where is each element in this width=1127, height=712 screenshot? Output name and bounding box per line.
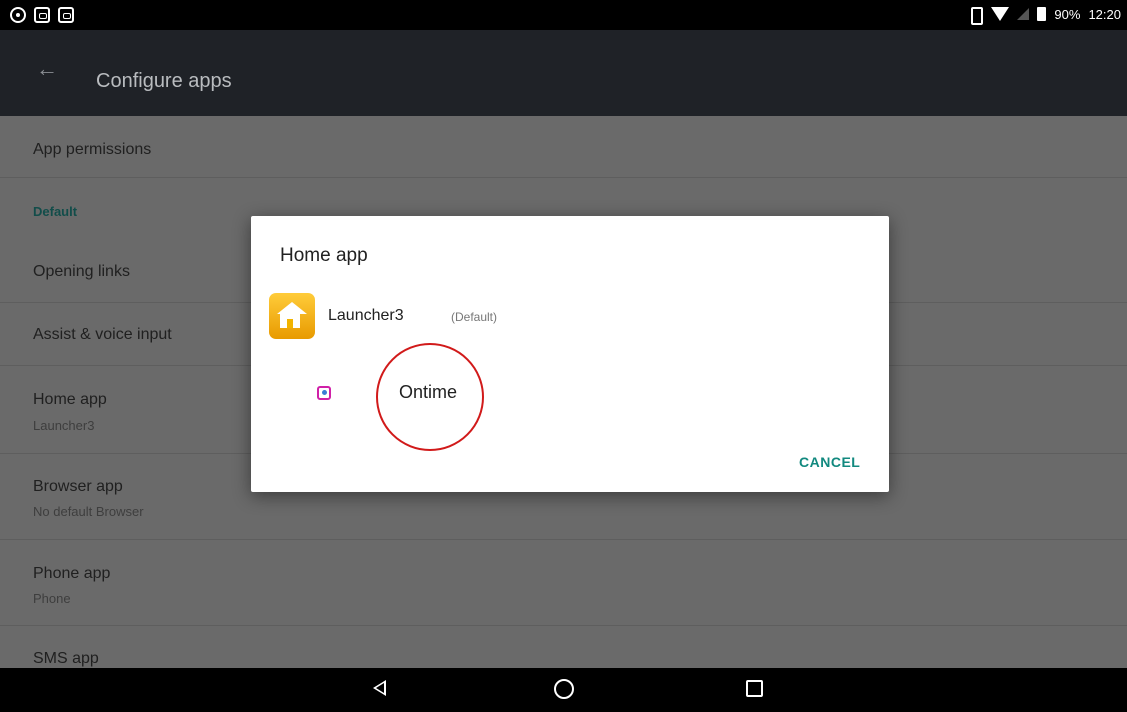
section-header: Default (33, 204, 78, 219)
list-item-summary: Phone (33, 591, 71, 606)
list-item-sms-app[interactable]: SMS app (0, 626, 1127, 668)
list-item-summary: Launcher3 (33, 418, 95, 433)
list-item-app-permissions[interactable]: App permissions (0, 116, 1127, 178)
cancel-button[interactable]: CANCEL (799, 454, 860, 470)
annotation-ellipse (376, 343, 484, 451)
nav-back-icon[interactable] (373, 680, 386, 696)
ontime-app-icon (317, 386, 331, 400)
option-launcher3[interactable]: Launcher3 (Default) (269, 293, 569, 339)
no-signal-icon (1017, 8, 1030, 20)
app-notification-icon (34, 7, 50, 23)
app-toolbar: ← Configure apps (0, 30, 1127, 116)
wifi-icon (991, 7, 1010, 21)
list-item-summary: No default Browser (33, 504, 144, 519)
list-item-title: Browser app (33, 478, 123, 495)
eye-icon (10, 7, 26, 23)
app-notification-icon (58, 7, 74, 23)
default-tag: (Default) (451, 310, 498, 324)
arrow-back-icon[interactable]: ← (36, 58, 58, 80)
option-label: Launcher3 (328, 307, 404, 324)
list-item-title: App permissions (33, 141, 152, 158)
notification-icons (10, 7, 74, 23)
nav-home-icon[interactable] (554, 679, 574, 699)
vibrate-icon (967, 6, 984, 25)
list-item-title: Home app (33, 391, 107, 408)
home-launcher-icon (269, 293, 315, 339)
list-item-title: SMS app (33, 650, 99, 667)
system-status: 90% 12:20 (967, 6, 1121, 25)
list-item-title: Opening links (33, 263, 130, 280)
annotation-circle (376, 343, 484, 451)
list-item-phone-app[interactable]: Phone app Phone (0, 540, 1127, 626)
list-item-title: Phone app (33, 565, 111, 582)
nav-recents-icon[interactable] (746, 680, 763, 697)
battery-icon (1037, 7, 1047, 21)
navigation-bar (0, 668, 1127, 712)
list-item-title: Assist & voice input (33, 326, 172, 343)
status-bar: 90% 12:20 (0, 0, 1127, 30)
dialog-title: Home app (280, 245, 368, 266)
battery-percent: 90% (1054, 6, 1081, 22)
home-app-dialog: Home app Launcher3 (Default) Ontime CANC… (251, 216, 889, 492)
page-title: Configure apps (96, 70, 232, 92)
clock: 12:20 (1088, 6, 1121, 22)
